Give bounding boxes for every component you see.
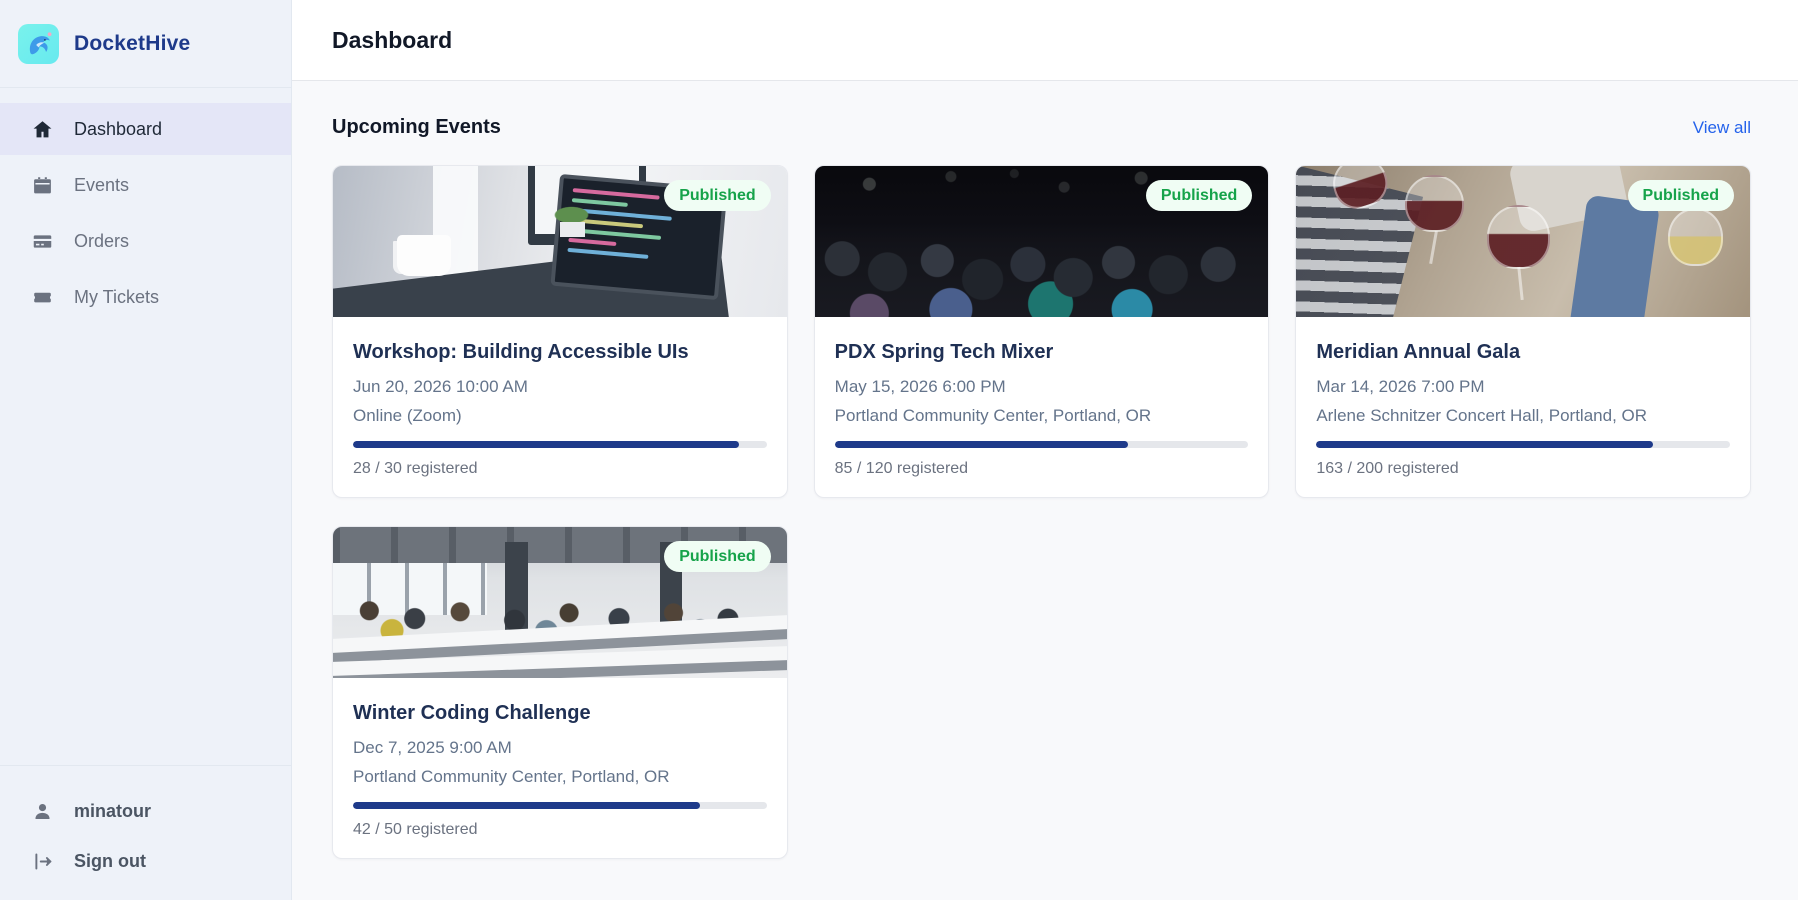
event-card-body: PDX Spring Tech Mixer May 15, 2026 6:00 … — [815, 317, 1269, 478]
event-card[interactable]: Published PDX Spring Tech Mixer May 15, … — [813, 165, 1270, 498]
brand-name: DocketHive — [74, 31, 191, 55]
registration-progress-bar — [353, 802, 767, 809]
top-header: Dashboard — [292, 0, 1798, 81]
status-badge: Published — [664, 180, 771, 212]
event-datetime: Dec 7, 2025 9:00 AM — [353, 738, 512, 757]
sign-out-icon — [32, 851, 53, 872]
status-badge: Published — [1145, 180, 1253, 212]
registration-progress-bar — [834, 441, 1249, 448]
event-title: Workshop: Building Accessible UIs — [353, 341, 689, 363]
registered-count: 28 / 30 registered — [353, 460, 478, 477]
section-title: Upcoming Events — [332, 116, 501, 138]
registration-progress-fill — [1316, 441, 1654, 448]
sidebar-item-orders[interactable]: Orders — [0, 215, 291, 267]
event-datetime: Mar 14, 2026 7:00 PM — [1316, 377, 1485, 396]
event-title: Meridian Annual Gala — [1316, 341, 1521, 363]
user-menu-item[interactable]: minatour — [0, 786, 291, 836]
event-image-office: Published — [333, 527, 787, 678]
event-image-workshop: Published — [333, 166, 787, 317]
sidebar: DocketHive Dashboard Events Orders My Ti… — [0, 0, 292, 900]
event-datetime: May 15, 2026 6:00 PM — [834, 377, 1006, 396]
event-image-gala: Published — [1296, 166, 1750, 317]
event-title: Winter Coding Challenge — [353, 702, 591, 724]
registration-progress-bar — [1316, 441, 1730, 448]
registration-progress-fill — [834, 441, 1128, 448]
event-title: PDX Spring Tech Mixer — [834, 341, 1054, 363]
sidebar-footer: minatour Sign out — [0, 765, 291, 900]
status-badge: Published — [1627, 180, 1734, 212]
registration-progress-fill — [353, 441, 739, 448]
sign-out-label: Sign out — [74, 850, 146, 871]
sidebar-item-my-tickets[interactable]: My Tickets — [0, 271, 291, 323]
app-root: DocketHive Dashboard Events Orders My Ti… — [0, 0, 1798, 900]
registered-count: 163 / 200 registered — [1316, 460, 1459, 477]
event-location: Portland Community Center, Portland, OR — [834, 406, 1152, 425]
registration-progress-bar — [353, 441, 767, 448]
event-location: Online (Zoom) — [353, 406, 462, 425]
user-icon — [32, 801, 53, 822]
event-location: Portland Community Center, Portland, OR — [353, 767, 670, 786]
event-datetime: Jun 20, 2026 10:00 AM — [353, 377, 528, 396]
event-location: Arlene Schnitzer Concert Hall, Portland,… — [1316, 406, 1648, 425]
main-area: Dashboard Upcoming Events View all Publi… — [292, 0, 1798, 900]
event-card-body: Workshop: Building Accessible UIs Jun 20… — [333, 317, 787, 478]
sidebar-item-label: Events — [74, 174, 130, 195]
event-card[interactable]: Published Winter Coding Challenge Dec 7,… — [332, 526, 788, 859]
sidebar-item-dashboard[interactable]: Dashboard — [0, 103, 291, 155]
registration-progress-fill — [353, 802, 701, 809]
sidebar-item-label: Dashboard — [74, 118, 163, 139]
page-title: Dashboard — [332, 26, 453, 53]
sidebar-item-label: My Tickets — [74, 286, 160, 307]
username-label: minatour — [74, 800, 152, 821]
dolphin-logo-icon — [18, 23, 59, 64]
section-header: Upcoming Events View all — [332, 116, 1751, 139]
brand-header: DocketHive — [0, 0, 291, 88]
status-badge: Published — [664, 541, 771, 573]
content-area: Upcoming Events View all Published Works… — [292, 81, 1798, 900]
sidebar-item-events[interactable]: Events — [0, 159, 291, 211]
event-card[interactable]: Published Workshop: Building Accessible … — [332, 165, 788, 498]
home-icon — [32, 119, 53, 140]
registered-count: 42 / 50 registered — [353, 821, 478, 838]
event-image-audience: Published — [814, 166, 1269, 317]
sign-out-button[interactable]: Sign out — [0, 836, 291, 886]
event-card-body: Meridian Annual Gala Mar 14, 2026 7:00 P… — [1296, 317, 1750, 478]
event-card-body: Winter Coding Challenge Dec 7, 2025 9:00… — [333, 678, 787, 839]
view-all-link[interactable]: View all — [1693, 118, 1751, 138]
event-card[interactable]: Published Meridian Annual Gala Mar 14, 2… — [1295, 165, 1751, 498]
sidebar-nav: Dashboard Events Orders My Tickets — [0, 88, 291, 327]
credit-card-icon — [32, 231, 53, 252]
sidebar-item-label: Orders — [74, 230, 130, 251]
ticket-icon — [32, 287, 53, 308]
event-card-grid: Published Workshop: Building Accessible … — [332, 165, 1751, 859]
registered-count: 85 / 120 registered — [834, 460, 969, 477]
calendar-icon — [32, 175, 53, 196]
